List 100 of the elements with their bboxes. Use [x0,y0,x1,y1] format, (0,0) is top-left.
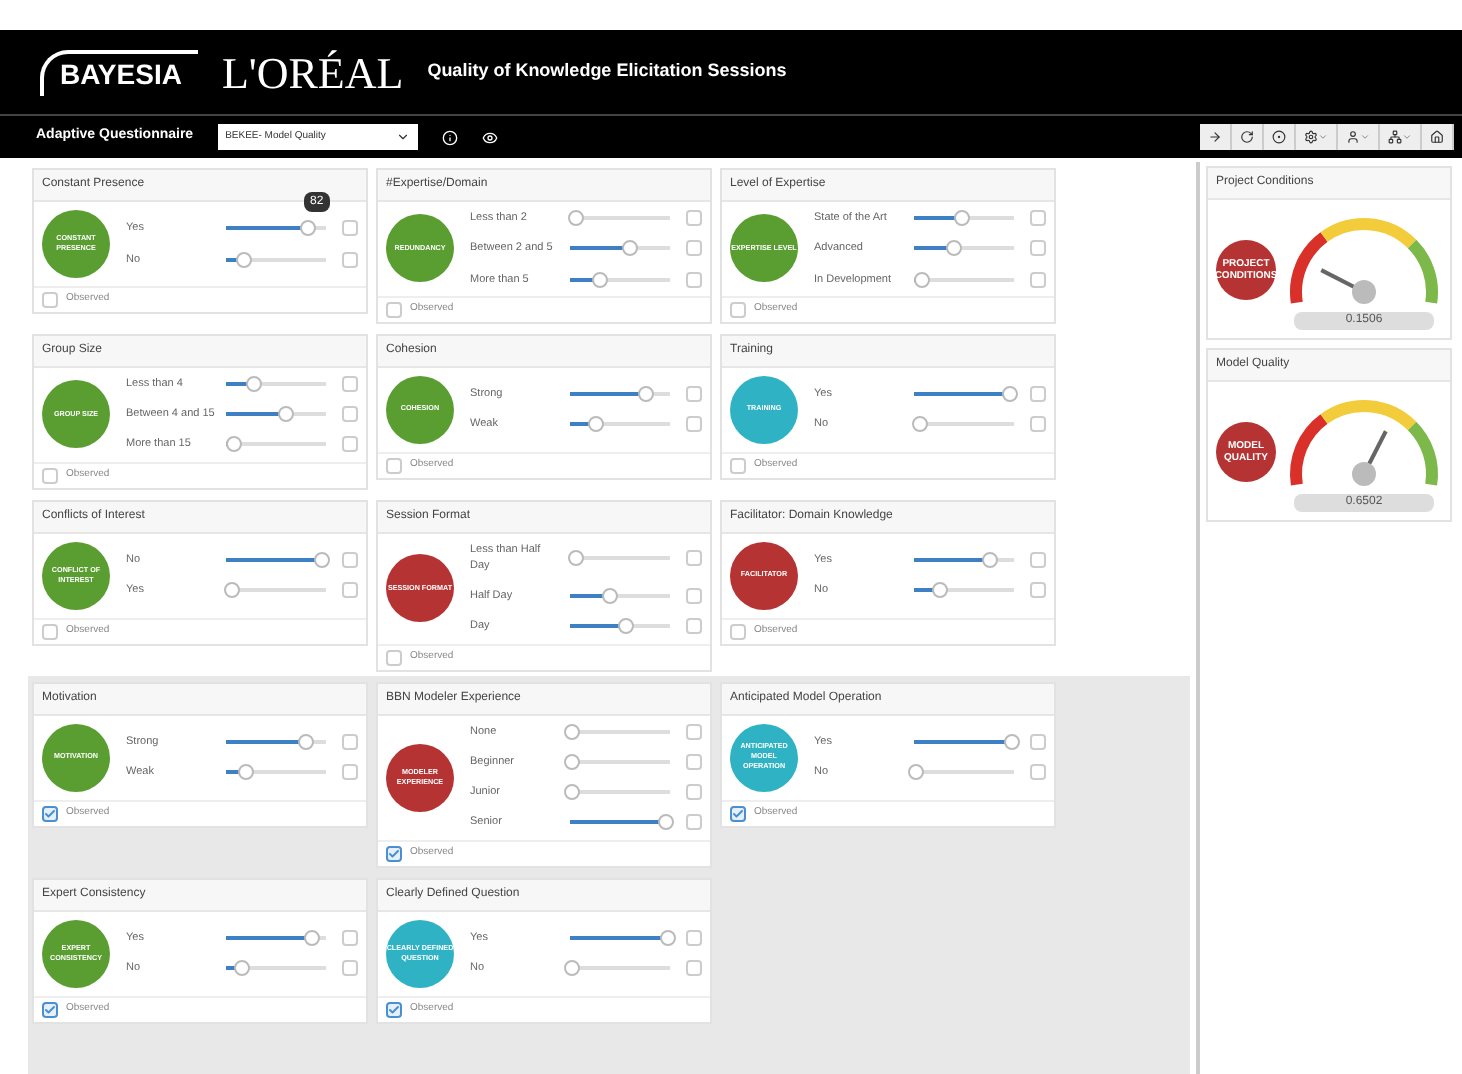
checkbox[interactable] [42,1001,58,1017]
checkbox[interactable] [1030,733,1046,750]
eye-icon[interactable] [481,129,498,145]
checkbox[interactable] [1030,386,1046,403]
slider[interactable] [226,406,326,423]
slider-thumb[interactable] [946,240,962,257]
slider[interactable] [914,582,1014,599]
slider[interactable] [570,618,670,635]
checkbox[interactable] [342,406,358,423]
slider-thumb[interactable] [300,220,316,237]
checkbox[interactable] [730,301,746,318]
checkbox[interactable] [686,618,702,635]
slider-thumb[interactable] [637,386,653,403]
slider-thumb[interactable] [313,551,329,568]
slider[interactable] [226,436,326,453]
checkbox[interactable] [730,623,746,639]
slider[interactable] [914,271,1014,288]
checkbox[interactable] [686,753,702,770]
slider-thumb[interactable] [564,960,580,977]
slider[interactable] [570,240,670,257]
checkbox[interactable] [730,457,746,474]
slider[interactable] [914,240,1014,257]
checkbox[interactable] [686,723,702,740]
slider[interactable] [570,753,670,770]
slider[interactable] [570,814,670,831]
slider-thumb[interactable] [908,764,924,781]
slider[interactable] [914,764,1014,781]
slider-thumb[interactable] [233,960,249,977]
checkbox[interactable] [686,240,702,257]
checkbox[interactable] [342,551,358,568]
checkbox[interactable] [342,436,358,453]
slider-thumb[interactable] [303,929,319,946]
checkbox[interactable] [342,251,358,268]
checkbox[interactable] [1030,210,1046,227]
checkbox[interactable] [386,1001,402,1017]
slider[interactable] [570,210,670,227]
checkbox[interactable] [686,271,702,288]
slider[interactable] [226,929,326,946]
slider[interactable] [226,582,326,599]
slider-thumb[interactable] [567,210,583,227]
slider[interactable] [570,549,670,566]
checkbox[interactable] [686,416,702,433]
slider-thumb[interactable] [622,240,638,257]
slider-thumb[interactable] [238,764,254,781]
checkbox[interactable] [342,764,358,781]
slider-thumb[interactable] [981,551,997,568]
slider-thumb[interactable] [587,416,603,433]
slider-thumb[interactable] [564,723,580,740]
slider[interactable] [226,764,326,781]
checkbox[interactable] [686,549,702,566]
checkbox[interactable] [386,649,402,665]
slider[interactable] [914,551,1014,568]
info-icon[interactable] [441,129,458,145]
checkbox[interactable] [686,588,702,605]
slider-thumb[interactable] [617,618,633,635]
checkbox[interactable] [42,623,58,639]
checkbox[interactable] [342,960,358,977]
slider-thumb[interactable] [564,753,580,770]
slider[interactable] [570,723,670,740]
slider-thumb[interactable] [931,582,947,599]
checkbox[interactable] [1030,582,1046,599]
slider[interactable] [226,551,326,568]
slider[interactable] [570,784,670,801]
slider-thumb[interactable] [223,582,239,599]
checkbox[interactable] [686,386,702,403]
slider-thumb[interactable] [236,251,252,268]
checkbox[interactable] [42,292,58,308]
checkbox[interactable] [1030,764,1046,781]
slider[interactable] [570,271,670,288]
checkbox[interactable] [1030,551,1046,568]
slider-thumb[interactable] [278,406,294,423]
slider-thumb[interactable] [564,784,580,801]
slider[interactable] [226,251,326,268]
checkbox[interactable] [342,733,358,750]
slider-thumb[interactable] [1001,386,1017,403]
checkbox[interactable] [730,805,746,821]
checkbox[interactable] [342,375,358,392]
checkbox[interactable] [42,467,58,483]
slider-thumb[interactable] [658,814,674,831]
slider-thumb[interactable] [567,549,583,566]
slider[interactable] [570,588,670,605]
slider-thumb[interactable] [298,733,314,750]
checkbox[interactable] [386,457,402,474]
checkbox[interactable] [386,301,402,318]
slider-thumb[interactable] [246,375,262,392]
checkbox[interactable] [1030,416,1046,433]
slider-thumb[interactable] [954,210,970,227]
slider-thumb[interactable] [602,588,618,605]
slider[interactable] [226,375,326,392]
slider[interactable] [914,210,1014,227]
slider-thumb[interactable] [226,436,242,453]
slider[interactable] [914,733,1014,750]
slider-thumb[interactable] [1004,733,1020,750]
checkbox[interactable] [42,805,58,821]
checkbox[interactable] [342,582,358,599]
checkbox[interactable] [1030,271,1046,288]
checkbox[interactable] [1030,240,1046,257]
checkbox[interactable] [686,929,702,946]
checkbox[interactable] [386,845,402,861]
checkbox[interactable] [342,220,358,237]
